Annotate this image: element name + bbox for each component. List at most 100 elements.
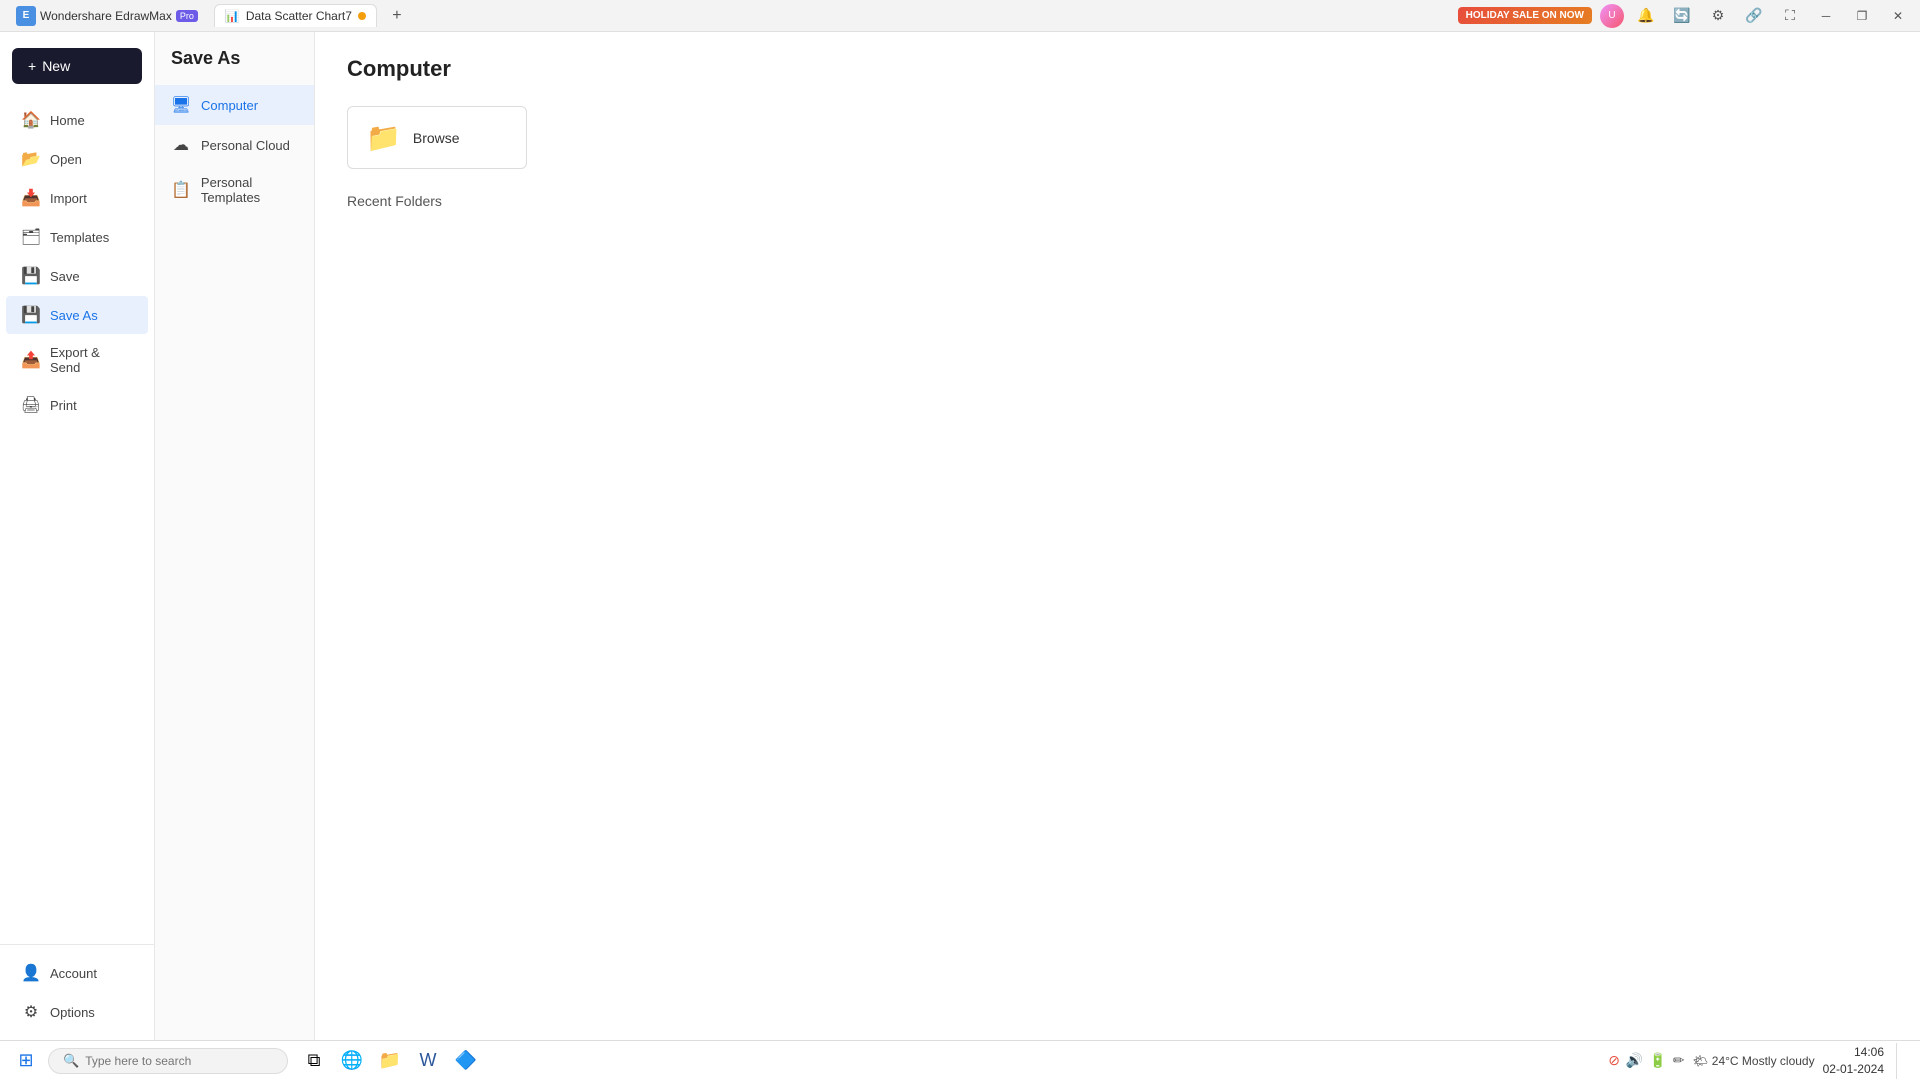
templates-icon: 🗂 bbox=[22, 228, 40, 246]
browse-card[interactable]: 📁 Browse bbox=[347, 106, 527, 169]
maximize-button[interactable]: ❐ bbox=[1848, 2, 1876, 30]
bell-icon[interactable]: 🔔 bbox=[1632, 2, 1660, 30]
home-icon: 🏠 bbox=[22, 111, 40, 129]
sidebar-templates-label: Templates bbox=[50, 230, 109, 245]
tab-label: Data Scatter Chart7 bbox=[246, 9, 352, 23]
save-as-templates-label: Personal Templates bbox=[201, 175, 298, 205]
sidebar-item-options[interactable]: ⚙ Options bbox=[6, 993, 148, 1031]
taskbar-apps: ⧉ 🌐 📁 W 🔷 bbox=[296, 1043, 484, 1079]
sidebar-account-label: Account bbox=[50, 966, 97, 981]
browser-app[interactable]: 🌐 bbox=[334, 1043, 370, 1079]
settings-icon[interactable]: ⚙ bbox=[1704, 2, 1732, 30]
battery-icon[interactable]: 🔋 bbox=[1649, 1052, 1666, 1069]
new-label: New bbox=[42, 58, 70, 74]
content-area: Computer 📁 Browse Recent Folders bbox=[315, 32, 1920, 1040]
cloud-icon: ☁ bbox=[171, 135, 191, 155]
share-icon[interactable]: 🔗 bbox=[1740, 2, 1768, 30]
sidebar-item-import[interactable]: 📥 Import bbox=[6, 179, 148, 217]
sidebar-bottom: 👤 Account ⚙ Options bbox=[0, 944, 154, 1040]
pro-badge: Pro bbox=[176, 10, 198, 22]
show-desktop-button[interactable] bbox=[1896, 1043, 1912, 1079]
save-as-cloud-label: Personal Cloud bbox=[201, 138, 290, 153]
taskbar-search-box[interactable]: 🔍 bbox=[48, 1048, 288, 1074]
new-button[interactable]: + New bbox=[12, 48, 142, 84]
sync-icon[interactable]: 🔄 bbox=[1668, 2, 1696, 30]
save-as-personal-templates[interactable]: 📋 Personal Templates bbox=[155, 165, 314, 215]
app-tab: E Wondershare EdrawMax Pro bbox=[8, 2, 206, 30]
sidebar-options-label: Options bbox=[50, 1005, 95, 1020]
sidebar-nav: 🏠 Home 📂 Open 📥 Import 🗂 Templates 💾 Sav… bbox=[0, 92, 154, 944]
account-icon: 👤 bbox=[22, 964, 40, 982]
recent-folders-label: Recent Folders bbox=[347, 193, 1888, 209]
sidebar-import-label: Import bbox=[50, 191, 87, 206]
main-container: + New 🏠 Home 📂 Open 📥 Import 🗂 Templates… bbox=[0, 32, 1920, 1040]
tab-modified-dot bbox=[358, 12, 366, 20]
sidebar-item-account[interactable]: 👤 Account bbox=[6, 954, 148, 992]
edrawmax-taskbar-app[interactable]: 🔷 bbox=[448, 1043, 484, 1079]
sidebar-print-label: Print bbox=[50, 398, 77, 413]
import-icon: 📥 bbox=[22, 189, 40, 207]
folder-icon: 📁 bbox=[366, 121, 401, 154]
sidebar-item-save-as[interactable]: 💾 Save As bbox=[6, 296, 148, 334]
taskbar-search-input[interactable] bbox=[85, 1054, 265, 1068]
browser-icon: 🌐 bbox=[341, 1050, 363, 1071]
save-icon: 💾 bbox=[22, 267, 40, 285]
avatar[interactable]: U bbox=[1600, 4, 1624, 28]
windows-icon: ⊞ bbox=[18, 1050, 33, 1071]
search-icon: 🔍 bbox=[63, 1053, 79, 1069]
sidebar-item-open[interactable]: 📂 Open bbox=[6, 140, 148, 178]
start-button[interactable]: ⊞ bbox=[8, 1043, 44, 1079]
sidebar-open-label: Open bbox=[50, 152, 82, 167]
taskview-button[interactable]: ⧉ bbox=[296, 1043, 332, 1079]
sidebar-item-templates[interactable]: 🗂 Templates bbox=[6, 218, 148, 256]
export-icon: 📤 bbox=[22, 351, 40, 369]
pen-icon[interactable]: ✏ bbox=[1673, 1052, 1685, 1069]
word-app[interactable]: W bbox=[410, 1043, 446, 1079]
save-as-panel: Save As 🖥 Computer ☁ Personal Cloud 📋 Pe… bbox=[155, 32, 315, 1040]
clock: 14:06 02-01-2024 bbox=[1823, 1044, 1884, 1078]
explorer-icon: 📁 bbox=[379, 1050, 401, 1071]
edrawmax-icon: 🔷 bbox=[455, 1050, 477, 1071]
sidebar-item-save[interactable]: 💾 Save bbox=[6, 257, 148, 295]
save-as-personal-cloud[interactable]: ☁ Personal Cloud bbox=[155, 125, 314, 165]
new-icon: + bbox=[28, 58, 36, 74]
weather-info: 🌤 24°C Mostly cloudy bbox=[1693, 1054, 1815, 1068]
open-icon: 📂 bbox=[22, 150, 40, 168]
sidebar-item-export-send[interactable]: 📤 Export & Send bbox=[6, 335, 148, 385]
sidebar-save-label: Save bbox=[50, 269, 80, 284]
weather-text: 24°C Mostly cloudy bbox=[1712, 1054, 1815, 1068]
save-as-computer[interactable]: 🖥 Computer bbox=[155, 85, 314, 125]
weather-icon: 🌤 bbox=[1693, 1054, 1708, 1068]
titlebar: E Wondershare EdrawMax Pro 📊 Data Scatte… bbox=[0, 0, 1920, 32]
computer-icon: 🖥 bbox=[171, 95, 191, 115]
save-as-icon: 💾 bbox=[22, 306, 40, 324]
volume-icon[interactable]: 🔊 bbox=[1626, 1052, 1643, 1069]
app-name: Wondershare EdrawMax bbox=[40, 9, 172, 23]
save-as-title: Save As bbox=[155, 48, 314, 85]
clock-date: 02-01-2024 bbox=[1823, 1061, 1884, 1078]
system-tray: ⊘ 🔊 🔋 ✏ bbox=[1608, 1052, 1684, 1069]
sidebar-item-print[interactable]: 🖨 Print bbox=[6, 386, 148, 424]
fullscreen-icon[interactable]: ⛶ bbox=[1776, 2, 1804, 30]
content-title: Computer bbox=[347, 56, 1888, 82]
network-error-icon[interactable]: ⊘ bbox=[1608, 1052, 1620, 1069]
sidebar-home-label: Home bbox=[50, 113, 85, 128]
clock-time: 14:06 bbox=[1823, 1044, 1884, 1061]
sidebar: + New 🏠 Home 📂 Open 📥 Import 🗂 Templates… bbox=[0, 32, 155, 1040]
document-tab[interactable]: 📊 Data Scatter Chart7 bbox=[214, 4, 377, 27]
holiday-sale-button[interactable]: HOLIDAY SALE ON NOW bbox=[1458, 7, 1592, 24]
print-icon: 🖨 bbox=[22, 396, 40, 414]
options-icon: ⚙ bbox=[22, 1003, 40, 1021]
personal-templates-icon: 📋 bbox=[171, 180, 191, 200]
explorer-app[interactable]: 📁 bbox=[372, 1043, 408, 1079]
sidebar-export-label: Export & Send bbox=[50, 345, 132, 375]
app-logo: E bbox=[16, 6, 36, 26]
browse-label: Browse bbox=[413, 130, 460, 146]
minimize-button[interactable]: ─ bbox=[1812, 2, 1840, 30]
taskbar: ⊞ 🔍 ⧉ 🌐 📁 W 🔷 ⊘ 🔊 🔋 ✏ 🌤 24°C Mostly clou… bbox=[0, 1040, 1920, 1080]
add-tab-button[interactable]: + bbox=[385, 4, 409, 28]
titlebar-right: HOLIDAY SALE ON NOW U 🔔 🔄 ⚙ 🔗 ⛶ ─ ❐ ✕ bbox=[1458, 2, 1912, 30]
sidebar-item-home[interactable]: 🏠 Home bbox=[6, 101, 148, 139]
close-button[interactable]: ✕ bbox=[1884, 2, 1912, 30]
titlebar-left: E Wondershare EdrawMax Pro 📊 Data Scatte… bbox=[8, 2, 409, 30]
